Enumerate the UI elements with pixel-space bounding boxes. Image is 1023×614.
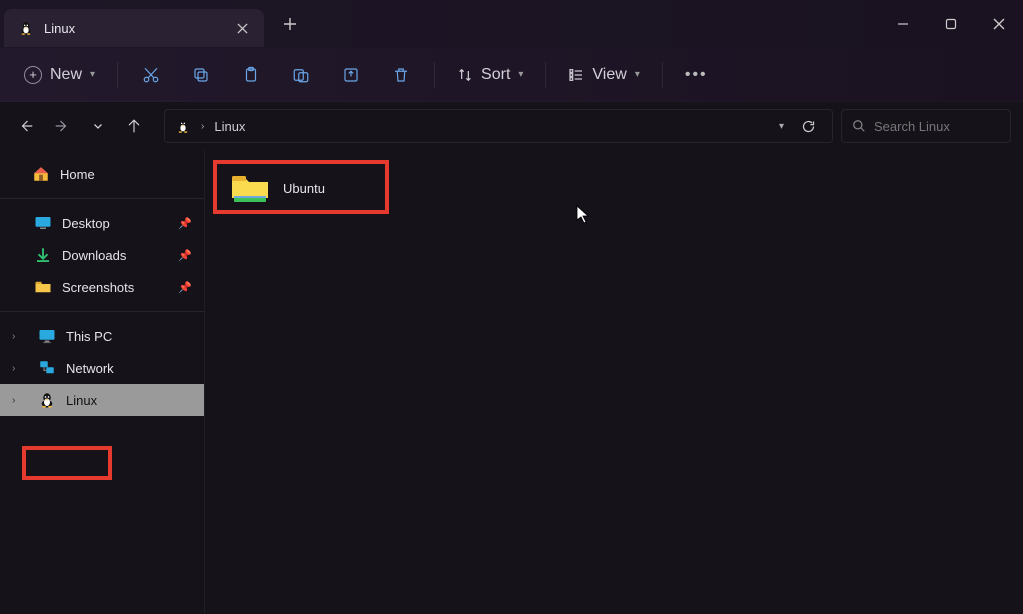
delete-button[interactable]: [380, 58, 422, 92]
chevron-right-icon[interactable]: ›: [12, 395, 26, 406]
annotation-highlight-sidebar: [22, 446, 112, 480]
sidebar-item-this-pc[interactable]: › This PC: [0, 320, 204, 352]
chevron-right-icon[interactable]: ›: [12, 363, 26, 374]
divider: [545, 62, 546, 88]
folder-item-label: Ubuntu: [283, 181, 325, 196]
penguin-icon: [175, 118, 191, 134]
sort-label: Sort: [481, 66, 510, 84]
desktop-icon: [34, 214, 52, 232]
search-placeholder: Search Linux: [874, 119, 950, 134]
up-button[interactable]: [120, 112, 148, 140]
chevron-right-icon[interactable]: ›: [12, 331, 26, 342]
chevron-right-icon[interactable]: ›: [201, 121, 204, 132]
nav-row: › Linux ▾ Search Linux: [0, 102, 1023, 150]
sidebar-item-label: Home: [60, 167, 95, 182]
folder-icon: [34, 278, 52, 296]
more-options-button[interactable]: •••: [675, 60, 718, 90]
sidebar-item-downloads[interactable]: Downloads 📌: [0, 239, 204, 271]
sidebar-item-network[interactable]: › Network: [0, 352, 204, 384]
address-bar[interactable]: › Linux ▾: [164, 109, 833, 143]
paste-button[interactable]: [230, 58, 272, 92]
chevron-down-icon: ▾: [90, 69, 95, 80]
pin-icon: 📌: [178, 217, 192, 230]
view-button[interactable]: View ▾: [558, 60, 649, 90]
window-controls: [879, 4, 1023, 44]
sidebar: Home Desktop 📌 Downloads 📌 Screenshots 📌: [0, 150, 205, 614]
recent-locations-icon[interactable]: [84, 112, 112, 140]
pin-icon: 📌: [178, 281, 192, 294]
breadcrumb-current[interactable]: Linux: [214, 119, 245, 134]
divider: [0, 198, 204, 199]
penguin-icon: [18, 20, 34, 36]
chevron-down-icon: ▾: [518, 69, 523, 80]
divider: [662, 62, 663, 88]
cut-button[interactable]: [130, 58, 172, 92]
search-icon: [852, 119, 866, 133]
close-window-button[interactable]: [975, 4, 1023, 44]
download-icon: [34, 246, 52, 264]
plus-circle-icon: +: [24, 66, 42, 84]
pin-icon: 📌: [178, 249, 192, 262]
sidebar-item-label: Network: [66, 361, 114, 376]
sidebar-item-label: Desktop: [62, 216, 110, 231]
toolbar: + New ▾ Sort ▾ View ▾ •••: [0, 48, 1023, 102]
sidebar-item-linux[interactable]: › Linux: [0, 384, 204, 416]
folder-item-ubuntu[interactable]: Ubuntu: [221, 166, 391, 210]
network-icon: [38, 359, 56, 377]
new-button[interactable]: + New ▾: [14, 60, 105, 90]
back-button[interactable]: [12, 112, 40, 140]
title-bar: Linux: [0, 0, 1023, 48]
new-label: New: [50, 66, 82, 84]
minimize-button[interactable]: [879, 4, 927, 44]
sidebar-item-label: This PC: [66, 329, 112, 344]
home-icon: [32, 165, 50, 183]
divider: [434, 62, 435, 88]
forward-button[interactable]: [48, 112, 76, 140]
content-area[interactable]: Ubuntu: [205, 150, 1023, 614]
divider: [117, 62, 118, 88]
body-area: Home Desktop 📌 Downloads 📌 Screenshots 📌: [0, 150, 1023, 614]
tab-close-icon[interactable]: [230, 16, 254, 40]
sidebar-item-home[interactable]: Home: [0, 158, 204, 190]
chevron-down-icon[interactable]: ▾: [779, 121, 784, 132]
sort-icon: [457, 67, 473, 83]
tab-title: Linux: [44, 21, 220, 36]
sidebar-item-label: Linux: [66, 393, 97, 408]
sidebar-item-desktop[interactable]: Desktop 📌: [0, 207, 204, 239]
tab-linux[interactable]: Linux: [4, 9, 264, 47]
refresh-button[interactable]: [794, 112, 822, 140]
sort-button[interactable]: Sort ▾: [447, 60, 533, 90]
new-tab-button[interactable]: [270, 4, 310, 44]
sidebar-item-label: Downloads: [62, 248, 126, 263]
rename-button[interactable]: [280, 58, 322, 92]
penguin-icon: [38, 391, 56, 409]
share-button[interactable]: [330, 58, 372, 92]
sidebar-item-label: Screenshots: [62, 280, 134, 295]
folder-drive-icon: [231, 172, 269, 204]
copy-button[interactable]: [180, 58, 222, 92]
breadcrumb: › Linux: [201, 119, 769, 134]
monitor-icon: [38, 327, 56, 345]
view-label: View: [592, 66, 626, 84]
maximize-button[interactable]: [927, 4, 975, 44]
view-icon: [568, 67, 584, 83]
divider: [0, 311, 204, 312]
search-input[interactable]: Search Linux: [841, 109, 1011, 143]
sidebar-item-screenshots[interactable]: Screenshots 📌: [0, 271, 204, 303]
chevron-down-icon: ▾: [635, 69, 640, 80]
